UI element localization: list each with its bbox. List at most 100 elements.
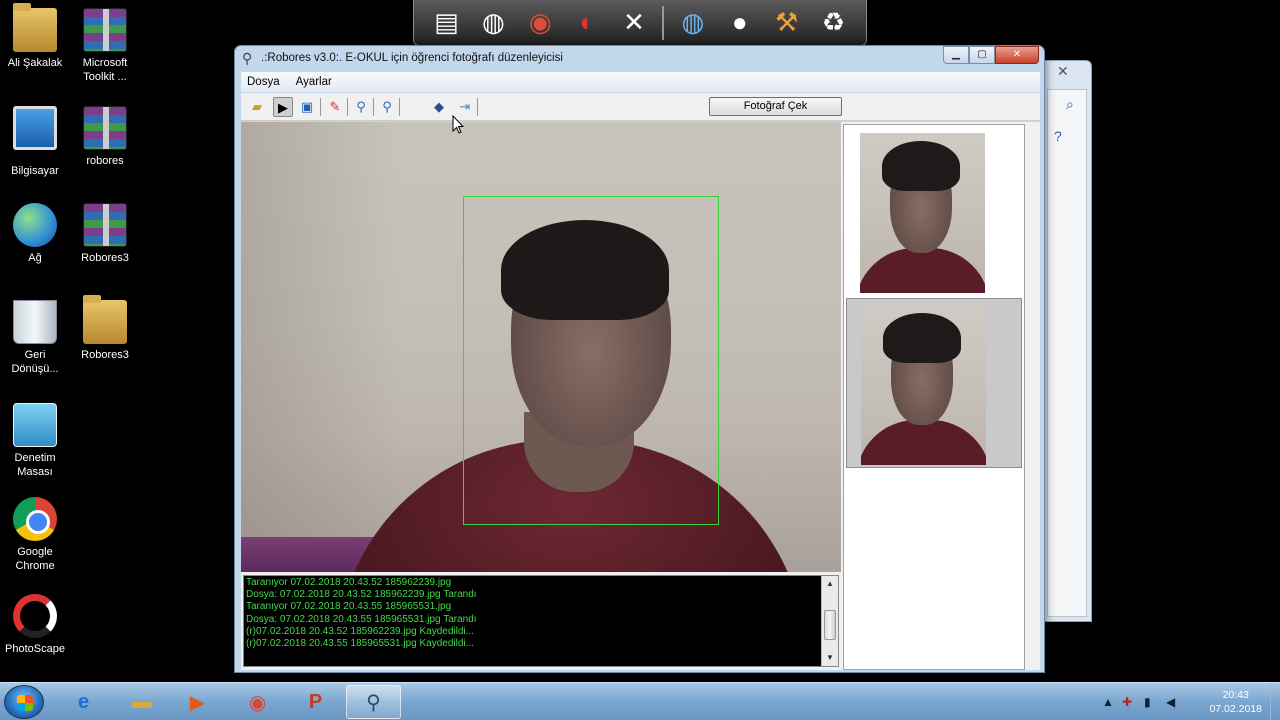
taskbar-robores[interactable]: ⚲ — [346, 685, 401, 719]
menu-ayarlar[interactable]: Ayarlar — [296, 76, 332, 88]
start-button[interactable] — [4, 685, 44, 719]
volume-icon[interactable]: ◀ — [1166, 695, 1175, 709]
desktop-icon-computer[interactable]: Bilgisayar — [0, 106, 74, 178]
desktop-icon-network[interactable]: Ağ — [0, 203, 74, 265]
network-globe-icon[interactable]: ◍ — [674, 4, 711, 42]
desktop-icon-robores-archive[interactable]: robores — [66, 106, 144, 168]
log-line: Taranıyor 07.02.2018 20.43.52 185962239.… — [246, 577, 452, 588]
window-controls: ▁ ▢ ✕ — [943, 46, 1039, 64]
desktop-icon-microsoft-toolkit[interactable]: Microsoft Toolkit ... — [66, 8, 144, 84]
recycle-bin-icon[interactable]: ♻ — [815, 4, 852, 42]
exit-icon[interactable]: ⇥ — [455, 97, 475, 117]
log-line: (r)07.02.2018 20.43.52 185962239.jpg Kay… — [246, 625, 474, 637]
taskbar-internet-explorer[interactable]: e — [56, 685, 111, 719]
network-signal-icon[interactable]: ▮ — [1144, 695, 1151, 709]
scroll-up-icon[interactable]: ▲ — [822, 576, 838, 592]
thumbnail-item[interactable] — [846, 127, 1022, 297]
minimize-button[interactable]: ▁ — [943, 46, 969, 64]
network-globe-icon — [13, 203, 57, 247]
title-bar[interactable]: ⚲ .:Robores v3.0:. E-OKUL için öğrenci f… — [235, 46, 1044, 70]
take-photo-button[interactable]: Fotoğraf Çek — [709, 97, 842, 116]
window-title: .:Robores v3.0:. E-OKUL için öğrenci fot… — [261, 52, 563, 64]
toolbar: ▰ ▶ ▣ ✎ ⚲ ⚲ ◆ ⇥ Fotoğraf Çek — [241, 93, 1040, 121]
toolbar-separator — [347, 98, 348, 116]
computer-icon — [13, 106, 57, 150]
close-icon[interactable]: ✕ — [1057, 63, 1069, 80]
robores-window: ⚲ .:Robores v3.0:. E-OKUL için öğrenci f… — [234, 45, 1045, 673]
desktop-icon-recycle-bin[interactable]: Geri Dönüşü... — [0, 300, 74, 376]
open-folder-icon[interactable]: ▰ — [247, 97, 267, 117]
tools-icon[interactable]: ✕ — [616, 4, 653, 42]
desktop-icon-label: PhotoScape — [5, 643, 65, 655]
thumbnail-panel — [843, 124, 1025, 670]
log-line: Dosya: 07.02.2018 20.43.55 185965531.jpg… — [246, 613, 477, 625]
desktop-icon-photoscape[interactable]: PhotoScape — [0, 594, 74, 656]
zoom-in-icon[interactable]: ⚲ — [377, 97, 397, 117]
taskbar-chrome[interactable]: ◉ — [230, 685, 285, 719]
desktop-icon-label: Google Chrome — [15, 546, 55, 572]
save-icon[interactable]: ▣ — [297, 97, 317, 117]
camera-shadow — [241, 122, 401, 572]
hammer-icon[interactable]: ⚒ — [768, 4, 805, 42]
thumbnail-photo — [860, 133, 985, 293]
clock-time: 20:43 — [1222, 689, 1249, 701]
close-button[interactable]: ✕ — [995, 46, 1039, 64]
scroll-down-icon[interactable]: ▼ — [822, 650, 838, 666]
desktop-icon-label: Ağ — [28, 252, 42, 264]
search-icon[interactable]: ⌕ — [1066, 96, 1074, 113]
face-detection-box[interactable] — [463, 196, 719, 525]
user-icon[interactable]: ● — [721, 4, 758, 42]
winrar-archive-icon — [83, 203, 127, 247]
notes-icon[interactable]: ▤ — [428, 4, 465, 42]
taskbar-file-explorer[interactable]: ▬ — [114, 685, 169, 719]
desktop-icon-label: robores — [86, 155, 124, 167]
toolbar-separator — [399, 98, 400, 116]
winrar-archive-icon — [83, 8, 127, 52]
camera-icon[interactable]: ▶ — [273, 97, 293, 117]
control-panel-icon — [13, 403, 57, 447]
maximize-button[interactable]: ▢ — [969, 46, 995, 64]
show-hidden-icons-icon[interactable]: ▲ — [1102, 695, 1114, 709]
taskbar-media-player[interactable]: ▶ — [170, 685, 225, 719]
scrollbar-thumb[interactable] — [824, 610, 836, 640]
magnifier-app-icon: ⚲ — [242, 50, 253, 66]
desktop-icon-label: Robores3 — [81, 252, 129, 264]
log-lines: Taranıyor 07.02.2018 20.43.52 185962239.… — [246, 577, 822, 650]
browser-globe-icon[interactable]: ◍ — [475, 4, 512, 42]
brush-icon[interactable]: ✎ — [325, 97, 345, 117]
desktop-icon-robores3-folder[interactable]: Robores3 — [66, 295, 144, 362]
camera-preview[interactable] — [241, 122, 841, 572]
client-area: Taranıyor 07.02.2018 20.43.52 185962239.… — [241, 122, 1040, 670]
help-icon[interactable]: ? — [1054, 128, 1062, 144]
log-line: Taranıyor 07.02.2018 20.43.55 185965531.… — [246, 601, 452, 613]
taskbar-powerpoint[interactable]: P — [288, 685, 343, 719]
taskbar: e ▬ ▶ ◉ P ⚲ ▲ ✚ ▮ ◀ 20:43 07.02.2018 — [0, 682, 1280, 720]
photoscape-icon — [13, 594, 57, 638]
toolbar-separator — [320, 98, 321, 116]
desktop-icon-label: Robores3 — [81, 349, 129, 361]
menu-dosya[interactable]: Dosya — [247, 76, 280, 88]
book-icon[interactable]: ◆ — [429, 97, 449, 117]
show-desktop-button[interactable] — [1270, 683, 1280, 720]
system-clock[interactable]: 20:43 07.02.2018 — [1209, 688, 1262, 716]
desktop-icon-label: Denetim Masası — [14, 452, 56, 478]
desktop-icon-control-panel[interactable]: Denetim Masası — [0, 403, 74, 479]
desktop-icon-label: Geri Dönüşü... — [11, 349, 59, 375]
log-scrollbar[interactable]: ▲ ▼ — [821, 576, 838, 666]
toolbar-separator — [373, 98, 374, 116]
chrome-icon[interactable]: ◉ — [522, 4, 559, 42]
security-icon[interactable]: ✚ — [1122, 695, 1132, 709]
desktop-icon-label: Bilgisayar — [11, 165, 59, 177]
top-dock: ▤ ◍ ◉ ◐ ✕ ◍ ● ⚒ ♻ — [413, 0, 867, 46]
photoscape-icon[interactable]: ◐ — [569, 4, 606, 42]
thumbnail-photo — [861, 305, 986, 465]
zoom-out-icon[interactable]: ⚲ — [351, 97, 371, 117]
user-folder-icon — [13, 3, 57, 52]
log-output[interactable]: Taranıyor 07.02.2018 20.43.52 185962239.… — [243, 575, 839, 667]
desktop-icon-google-chrome[interactable]: Google Chrome — [0, 497, 74, 573]
desktop-icon-label: Ali Şakalak — [7, 57, 63, 69]
thumbnail-item-selected[interactable] — [846, 298, 1022, 468]
thumbnail-hair — [883, 313, 961, 363]
desktop-icon-user[interactable]: Ali Şakalak — [0, 3, 74, 70]
desktop-icon-robores3-archive[interactable]: Robores3 — [66, 203, 144, 265]
